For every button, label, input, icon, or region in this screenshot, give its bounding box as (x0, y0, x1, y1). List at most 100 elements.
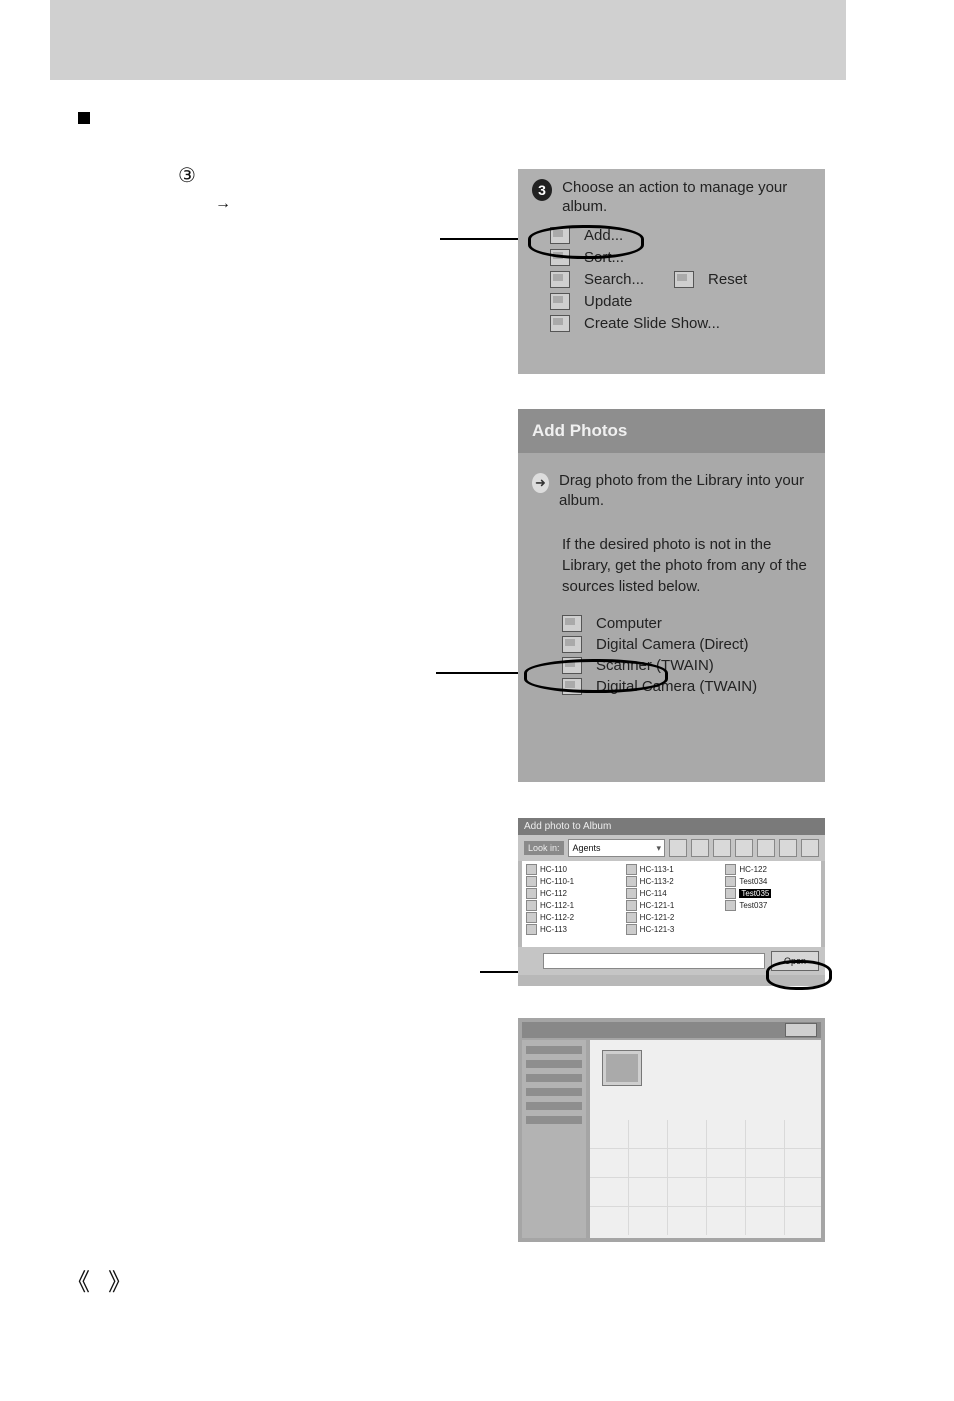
source-icon (562, 657, 582, 674)
header-bar (50, 0, 846, 80)
file-icon (725, 864, 736, 875)
toolbar-btn[interactable] (735, 839, 753, 857)
file-icon (526, 924, 537, 935)
file-item[interactable]: HC-112-1 (526, 900, 618, 911)
file-item[interactable]: HC-112 (526, 888, 618, 899)
source-scanner-twain[interactable]: Scanner (TWAIN) (562, 657, 809, 674)
file-icon (725, 888, 736, 899)
file-item[interactable]: HC-110-1 (526, 876, 618, 887)
action-search[interactable]: Search... (550, 271, 644, 288)
album-grid (590, 1120, 821, 1235)
file-label: HC-112 (540, 889, 567, 898)
action-label: Create Slide Show... (584, 315, 720, 332)
panel-album-view (518, 1018, 825, 1242)
sidebar-item[interactable] (526, 1088, 582, 1096)
file-item[interactable]: Test034 (725, 876, 817, 887)
filename-field[interactable] (543, 953, 766, 969)
sidebar-item[interactable] (526, 1060, 582, 1068)
file-list[interactable]: HC-110 HC-110-1 HC-112 HC-112-1 HC-112-2… (522, 861, 821, 947)
file-item-selected[interactable]: Test035 (725, 888, 817, 899)
right-arrow-symbol: → (215, 195, 231, 213)
album-toolbar-dropdown[interactable] (785, 1023, 817, 1037)
folder-select[interactable]: Agents (568, 839, 665, 857)
album-sidebar (522, 1040, 586, 1238)
file-item[interactable]: HC-121-1 (626, 900, 718, 911)
source-label: Computer (596, 615, 662, 632)
file-icon (626, 864, 637, 875)
file-item[interactable]: HC-121-3 (626, 924, 718, 935)
toolbar-btn[interactable] (757, 839, 775, 857)
file-icon (725, 876, 736, 887)
file-item[interactable]: Test037 (725, 900, 817, 911)
action-reset[interactable]: Reset (674, 271, 747, 288)
source-camera-twain[interactable]: Digital Camera (TWAIN) (562, 678, 809, 695)
dialog-title: Add photo to Album (518, 818, 825, 835)
toolbar-btn[interactable] (801, 839, 819, 857)
bullet-icon (78, 112, 90, 124)
file-item[interactable]: HC-112-2 (526, 912, 618, 923)
panel2-info: If the desired photo is not in the Libra… (562, 534, 809, 597)
action-label: Add... (584, 227, 623, 244)
action-add[interactable]: Add... (550, 227, 813, 244)
arrow-circle-icon: ➜ (532, 473, 549, 493)
file-icon (526, 888, 537, 899)
toolbar-btn[interactable] (691, 839, 709, 857)
double-angle-right: 》 (108, 1262, 132, 1297)
file-label: HC-112-2 (540, 913, 574, 922)
sidebar-item[interactable] (526, 1116, 582, 1124)
file-item[interactable]: HC-113-2 (626, 876, 718, 887)
photo-thumbnail[interactable] (602, 1050, 642, 1086)
action-slideshow[interactable]: Create Slide Show... (550, 315, 813, 332)
sidebar-item[interactable] (526, 1074, 582, 1082)
file-label: HC-121-3 (640, 925, 675, 934)
file-item[interactable]: HC-113-1 (626, 864, 718, 875)
lookin-label: Look in: (524, 841, 564, 855)
file-icon (626, 888, 637, 899)
file-label: HC-110 (540, 865, 567, 874)
file-item[interactable]: HC-122 (725, 864, 817, 875)
panel2-header: Add Photos (518, 409, 825, 453)
step-badge-icon: 3 (532, 179, 552, 201)
file-label: HC-122 (739, 865, 767, 874)
source-icon (562, 615, 582, 632)
folder-select-value: Agents (573, 843, 601, 853)
file-icon (626, 900, 637, 911)
action-icon (550, 227, 570, 244)
sidebar-item[interactable] (526, 1046, 582, 1054)
file-label: HC-121-2 (640, 913, 675, 922)
file-label: HC-112-1 (540, 901, 574, 910)
toolbar-btn[interactable] (713, 839, 731, 857)
file-icon (626, 912, 637, 923)
toolbar-btn[interactable] (779, 839, 797, 857)
source-camera-direct[interactable]: Digital Camera (Direct) (562, 636, 809, 653)
file-icon (725, 900, 736, 911)
file-label: Test034 (739, 877, 767, 886)
file-item[interactable]: HC-110 (526, 864, 618, 875)
panel-file-dialog: Add photo to Album Look in: Agents HC-11… (518, 818, 825, 986)
source-computer[interactable]: Computer (562, 615, 809, 632)
file-item[interactable]: HC-114 (626, 888, 718, 899)
file-icon (526, 912, 537, 923)
sidebar-item[interactable] (526, 1102, 582, 1110)
pointer-line-2 (436, 672, 520, 674)
album-canvas[interactable] (590, 1040, 821, 1238)
file-item[interactable]: HC-121-2 (626, 912, 718, 923)
panel-add-photos: Add Photos ➜ Drag photo from the Library… (518, 409, 825, 782)
source-icon (562, 636, 582, 653)
file-item[interactable]: HC-113 (526, 924, 618, 935)
action-sort[interactable]: Sort... (550, 249, 813, 266)
action-icon (550, 293, 570, 310)
open-button[interactable]: Open (771, 951, 819, 971)
action-icon (550, 315, 570, 332)
action-icon (674, 271, 694, 288)
action-label: Sort... (584, 249, 624, 266)
double-angle-left: 《 (66, 1262, 90, 1297)
source-icon (562, 678, 582, 695)
album-toolbar (522, 1022, 821, 1038)
action-label: Reset (708, 271, 747, 288)
source-label: Digital Camera (Direct) (596, 636, 749, 653)
file-label: HC-113-1 (640, 865, 674, 874)
toolbar-btn[interactable] (669, 839, 687, 857)
action-label: Search... (584, 271, 644, 288)
action-update[interactable]: Update (550, 293, 813, 310)
